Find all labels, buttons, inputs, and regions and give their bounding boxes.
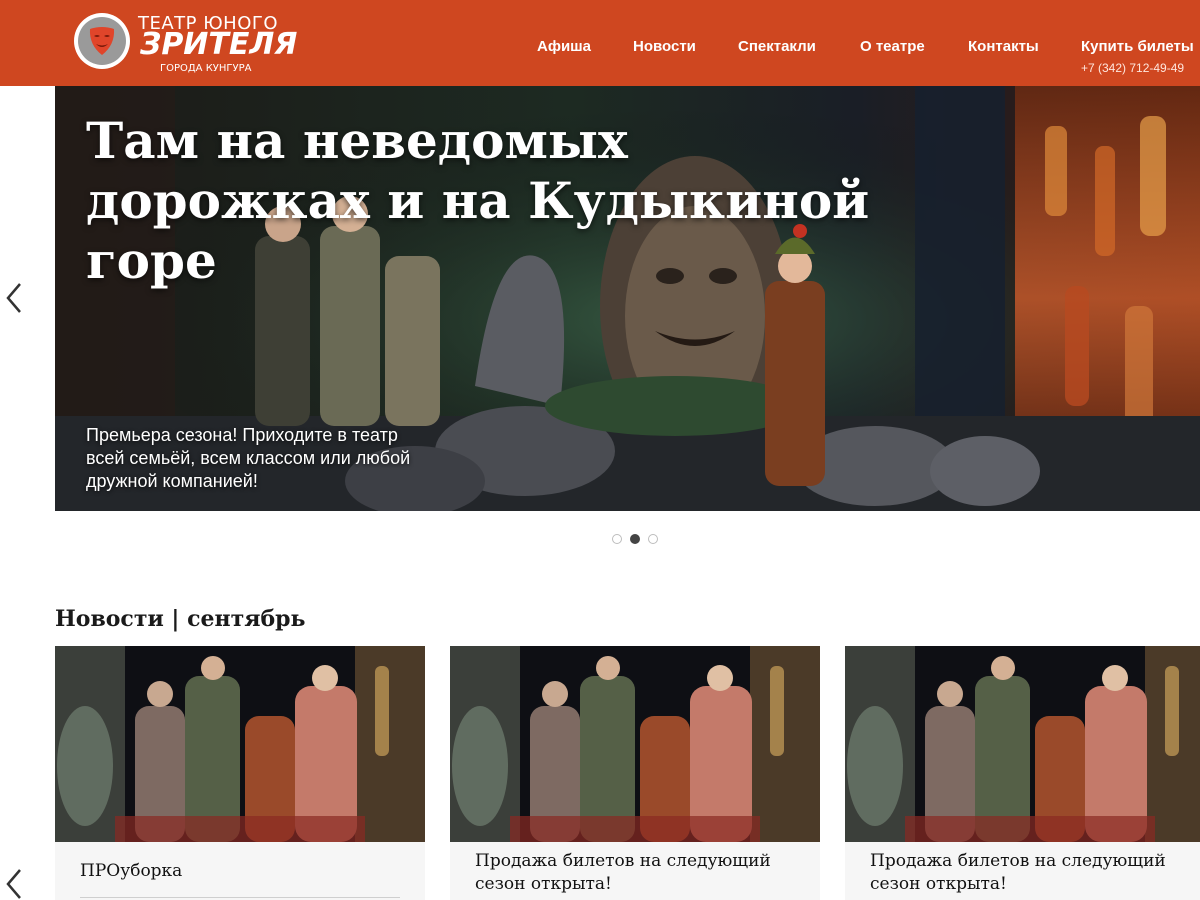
news-card-caption: Продажа билетов на следующий сезон откры… xyxy=(450,842,820,900)
slider-dot-1[interactable] xyxy=(612,534,622,544)
phone-number[interactable]: +7 (342) 712-49-49 xyxy=(1081,61,1184,75)
theatre-mask-icon xyxy=(89,27,115,55)
nav-item-about[interactable]: О театре xyxy=(860,38,925,55)
slider-dot-2[interactable] xyxy=(630,534,640,544)
news-card-image xyxy=(845,646,1200,842)
hero-slider[interactable]: Там на неведомых дорожках и на Кудыкиной… xyxy=(55,86,1200,511)
hero-title: Там на неведомых дорожках и на Кудыкиной… xyxy=(86,111,870,290)
news-card-divider xyxy=(80,897,400,898)
nav-item-performances[interactable]: Спектакли xyxy=(738,38,816,55)
logo-line-2: ЗРИТЕЛЯ xyxy=(140,27,298,62)
news-card-2[interactable]: Продажа билетов на следующий сезон откры… xyxy=(450,646,820,900)
nav-item-afisha[interactable]: Афиша xyxy=(537,38,591,55)
chevron-left-icon[interactable] xyxy=(4,282,24,314)
news-card-image xyxy=(55,646,425,842)
news-card-caption: ПРОуборка xyxy=(55,842,425,900)
hero-subtitle: Премьера сезона! Приходите в театр всей … xyxy=(86,425,411,491)
nav-item-contacts[interactable]: Контакты xyxy=(968,38,1039,55)
nav-item-news[interactable]: Новости xyxy=(633,38,696,55)
slider-dot-3[interactable] xyxy=(648,534,658,544)
news-card-title[interactable]: Продажа билетов на следующий сезон откры… xyxy=(870,850,1190,896)
chevron-left-icon[interactable] xyxy=(4,868,24,900)
news-card-3[interactable]: Продажа билетов на следующий сезон откры… xyxy=(845,646,1200,900)
news-card-caption: Продажа билетов на следующий сезон откры… xyxy=(845,842,1200,900)
theatre-logo[interactable]: ТЕАТР ЮНОГО ЗРИТЕЛЯ ГОРОДА КУНГУРА xyxy=(74,13,297,74)
news-card-1[interactable]: ПРОуборка xyxy=(55,646,425,900)
site-header: ТЕАТР ЮНОГО ЗРИТЕЛЯ ГОРОДА КУНГУРА Афиша… xyxy=(0,0,1200,86)
nav-item-buy-tickets[interactable]: Купить билеты xyxy=(1081,38,1194,55)
news-card-title[interactable]: ПРОуборка xyxy=(80,860,400,883)
news-card-title[interactable]: Продажа билетов на следующий сезон откры… xyxy=(475,850,795,896)
news-section-title: Новости | сентябрь xyxy=(55,606,306,632)
logo-emblem xyxy=(74,13,130,69)
news-card-image xyxy=(450,646,820,842)
logo-line-3: ГОРОДА КУНГУРА xyxy=(160,63,252,74)
